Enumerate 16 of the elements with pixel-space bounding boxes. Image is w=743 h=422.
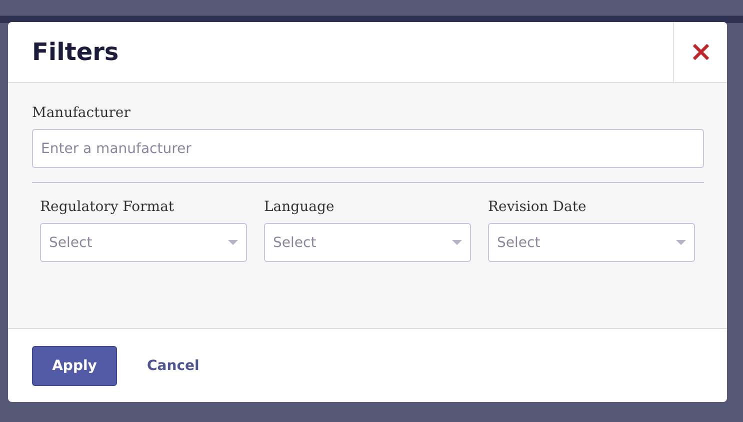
- dialog-title: Filters: [31, 37, 120, 68]
- field-label: Revision Date: [488, 199, 588, 215]
- cancel-button[interactable]: Cancel: [147, 358, 200, 374]
- close-icon: [692, 43, 710, 61]
- field-label: Regulatory Format: [40, 199, 176, 215]
- caret-icon: [228, 240, 238, 245]
- select-dropdown[interactable]: Select: [488, 223, 695, 262]
- select-dropdown[interactable]: Select: [40, 223, 247, 262]
- field-label: Language: [264, 199, 336, 215]
- caret-icon: [676, 240, 686, 245]
- apply-button[interactable]: Apply: [32, 346, 117, 386]
- close-button[interactable]: [673, 22, 727, 82]
- field-label: Manufacturer: [32, 105, 132, 121]
- caret-icon: [452, 240, 462, 245]
- select-dropdown[interactable]: Select: [264, 223, 471, 262]
- manufacturer-field[interactable]: Enter a manufacturer: [32, 129, 704, 168]
